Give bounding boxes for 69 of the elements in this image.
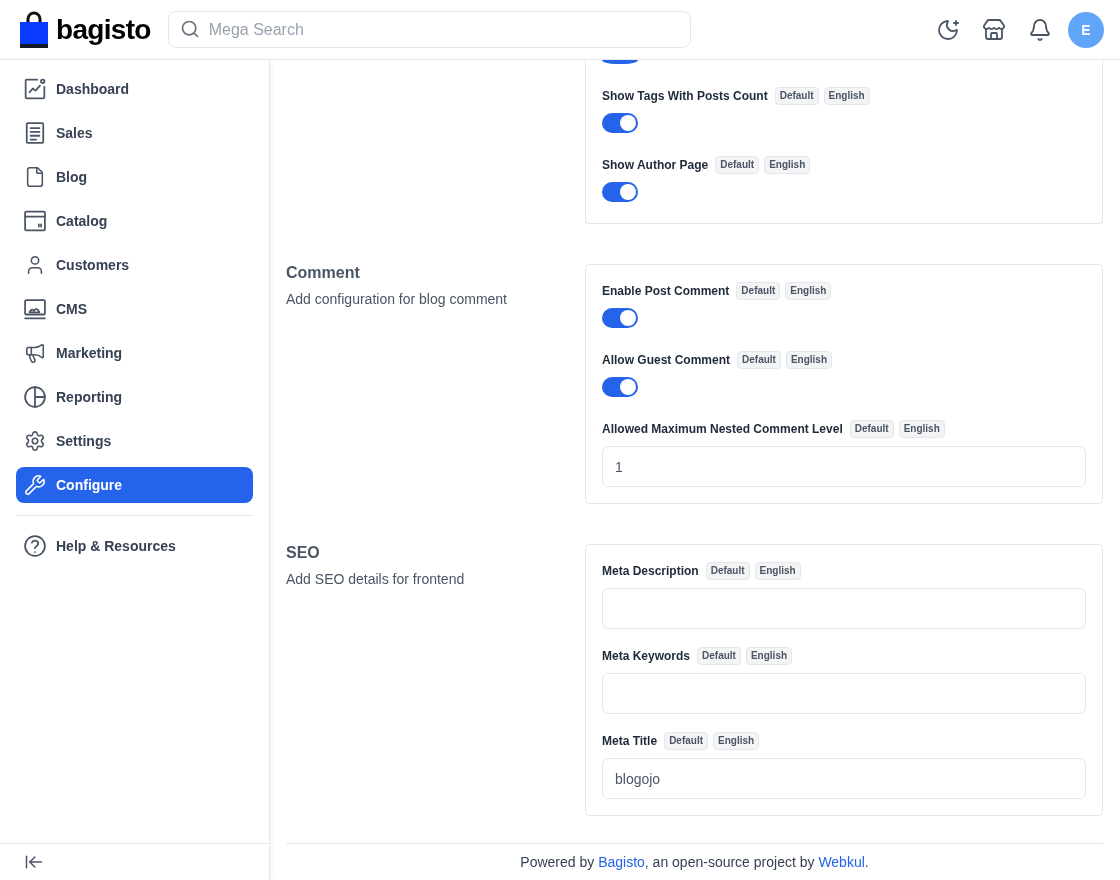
file-icon[interactable] <box>24 166 46 188</box>
sidebar-item[interactable]: CMS <box>16 291 253 327</box>
chart-icon[interactable] <box>24 78 46 100</box>
help-icon[interactable] <box>24 535 46 557</box>
toggle-switch[interactable] <box>602 182 638 202</box>
text-input[interactable] <box>602 588 1086 629</box>
footer-link[interactable]: Bagisto <box>598 854 645 870</box>
field-label: Meta Description <box>602 563 699 579</box>
scope-badge: Default <box>715 156 760 174</box>
bag-logo-icon[interactable] <box>20 11 48 48</box>
field-label: Allow Guest Comment <box>602 352 730 368</box>
arrow-left-to-line-icon[interactable] <box>24 852 44 872</box>
field-label: Meta Keywords <box>602 648 691 664</box>
monitor-icon[interactable] <box>24 298 46 320</box>
sidebar-item[interactable]: Configure <box>16 467 253 503</box>
scope-badge: English <box>785 351 833 369</box>
settings-icon[interactable] <box>24 430 46 452</box>
sidebar-item[interactable]: Marketing <box>16 335 253 371</box>
section-description: Add configuration for blog comment <box>286 290 508 309</box>
section-title: SEO <box>286 544 321 562</box>
footer-text: Powered by Bagisto, an open-source project by Webkul. <box>520 853 869 872</box>
scope-badge: English <box>745 647 793 665</box>
field-label: Allowed Maximum Nested Comment Level <box>602 421 843 437</box>
scope-badge: Default <box>705 562 750 580</box>
megaphone-icon[interactable] <box>24 342 46 364</box>
bell-icon[interactable] <box>1028 17 1052 42</box>
text-input[interactable] <box>602 673 1086 714</box>
scope-badge: Default <box>774 87 819 105</box>
sidebar-item[interactable]: Sales <box>16 115 253 151</box>
text-input[interactable]: blogojo <box>602 758 1086 799</box>
search-field[interactable]: Mega Search <box>167 11 691 48</box>
logo-text[interactable]: bagisto <box>56 15 151 44</box>
section-title: Comment <box>286 264 361 282</box>
sidebar-item[interactable]: Customers <box>16 247 253 283</box>
field-label: Meta Title <box>602 733 658 749</box>
scope-badge: Default <box>736 282 781 300</box>
store-icon[interactable] <box>982 17 1006 42</box>
scope-badge: English <box>898 420 945 438</box>
scope-badge: Default <box>697 647 741 665</box>
footer-link[interactable]: Webkul <box>818 854 865 870</box>
scope-badge: English <box>713 732 760 750</box>
scope-badge: Default <box>664 732 709 750</box>
scope-badge: Default <box>737 351 781 369</box>
search-icon <box>179 19 200 39</box>
pie-chart-icon[interactable] <box>24 386 46 408</box>
toggle-switch[interactable] <box>602 60 638 64</box>
toggle-switch[interactable] <box>602 113 638 133</box>
scope-badge: English <box>785 282 832 300</box>
wrench-icon[interactable] <box>24 474 46 496</box>
field-label: Show Author Page <box>602 157 709 173</box>
sidebar-item[interactable]: Dashboard <box>16 71 253 107</box>
text-input[interactable]: 1 <box>602 446 1086 487</box>
sidebar-item[interactable]: Reporting <box>16 379 253 415</box>
toggle-switch[interactable] <box>602 377 638 397</box>
scope-badge: English <box>764 156 811 174</box>
field-label: Show Tags With Posts Count <box>602 88 768 104</box>
toggle-switch[interactable] <box>602 308 638 328</box>
moon-icon[interactable] <box>936 17 960 42</box>
scope-badge: English <box>754 562 801 580</box>
sidebar-item[interactable]: Settings <box>16 423 253 459</box>
sidebar-item[interactable]: Help & Resources <box>16 528 253 564</box>
scope-badge: English <box>823 87 870 105</box>
section-description: Add SEO details for frontend <box>286 570 466 589</box>
document-icon[interactable] <box>24 122 46 144</box>
field-label: Enable Post Comment <box>602 283 730 299</box>
sidebar-item[interactable]: Catalog <box>16 203 253 239</box>
layout-icon[interactable] <box>24 210 46 232</box>
sidebar-item[interactable]: Blog <box>16 159 253 195</box>
scope-badge: Default <box>849 420 894 438</box>
